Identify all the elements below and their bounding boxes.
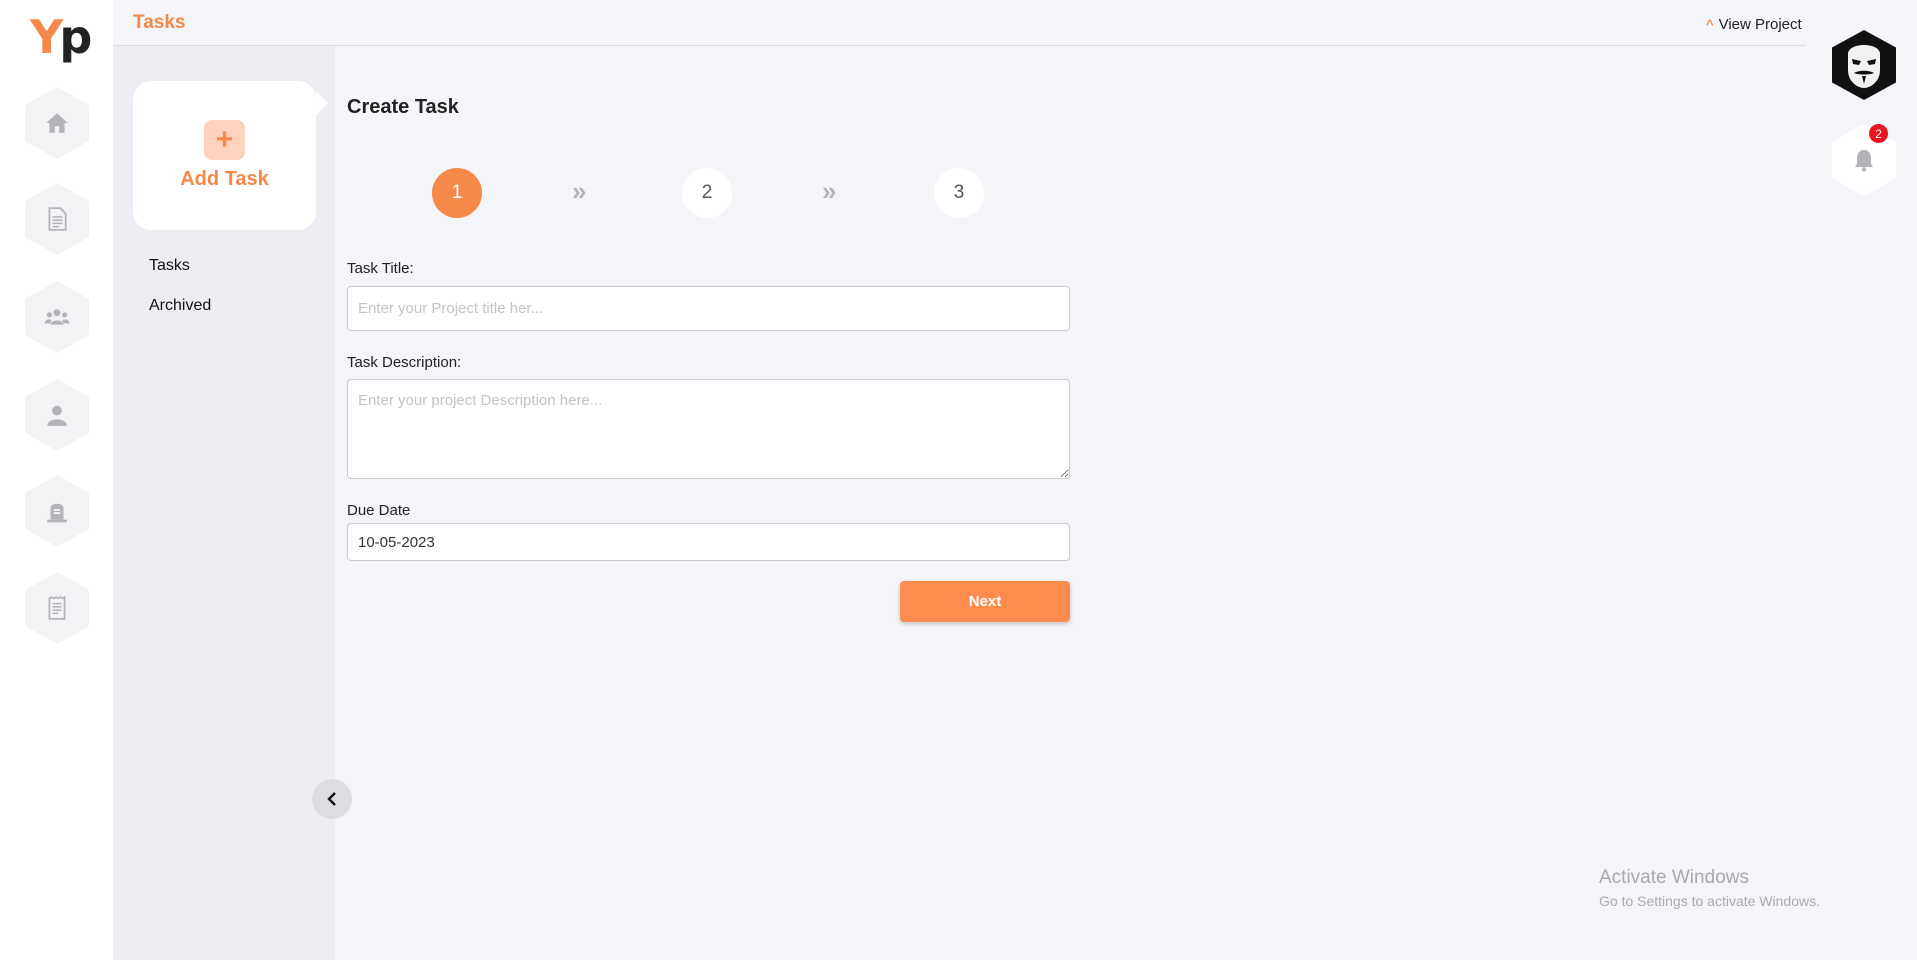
home-icon [46, 113, 68, 133]
notification-badge: 2 [1869, 124, 1888, 143]
page-title: Tasks [133, 12, 186, 33]
add-task-label: Add Task [180, 168, 269, 190]
nav-team[interactable] [25, 281, 89, 353]
step-1[interactable]: 1 [432, 168, 482, 218]
activation-watermark: Activate Windows Go to Settings to activ… [1599, 867, 1820, 909]
chevron-left-icon [327, 792, 336, 806]
step-2[interactable]: 2 [682, 168, 732, 218]
add-task-button[interactable]: + Add Task [133, 81, 328, 230]
panel-item-archived[interactable]: Archived [149, 297, 211, 315]
step-separator-icon: » [572, 176, 587, 206]
task-description-label: Task Description: [347, 354, 462, 371]
receipt-icon [48, 595, 66, 620]
nav-profile[interactable] [25, 379, 89, 451]
task-description-input[interactable] [347, 379, 1070, 479]
mask-avatar-icon [1848, 45, 1880, 88]
step-3[interactable]: 3 [934, 168, 984, 218]
task-title-label: Task Title: [347, 260, 414, 277]
watermark-subtitle: Go to Settings to activate Windows. [1599, 893, 1820, 909]
top-bar [113, 0, 1806, 46]
due-date-input[interactable] [347, 523, 1070, 561]
panel-item-tasks[interactable]: Tasks [149, 257, 190, 275]
tombstone-icon [47, 503, 67, 523]
nav-reports[interactable] [25, 572, 89, 644]
form-title: Create Task [347, 96, 459, 118]
user-icon [47, 405, 67, 426]
icon-rail: Yp [0, 0, 113, 960]
view-project-label: View Project [1718, 16, 1802, 33]
collapse-panel-button[interactable] [312, 779, 352, 819]
nav-home[interactable] [25, 87, 89, 159]
bell-icon [1855, 150, 1873, 172]
plus-icon: + [204, 120, 245, 160]
watermark-title: Activate Windows [1599, 867, 1749, 888]
task-title-input[interactable] [347, 286, 1070, 331]
users-icon [44, 309, 70, 325]
nav-documents[interactable] [25, 183, 89, 255]
nav-archive[interactable] [25, 475, 89, 547]
view-project-link[interactable]: ^ View Project [1706, 16, 1802, 33]
step-separator-icon: » [822, 176, 837, 206]
app-logo[interactable]: Yp [30, 14, 92, 60]
due-date-label: Due Date [347, 502, 411, 519]
avatar[interactable] [1832, 30, 1896, 100]
next-button[interactable]: Next [900, 581, 1070, 622]
chevron-up-icon: ^ [1706, 17, 1714, 32]
document-icon [48, 207, 67, 231]
